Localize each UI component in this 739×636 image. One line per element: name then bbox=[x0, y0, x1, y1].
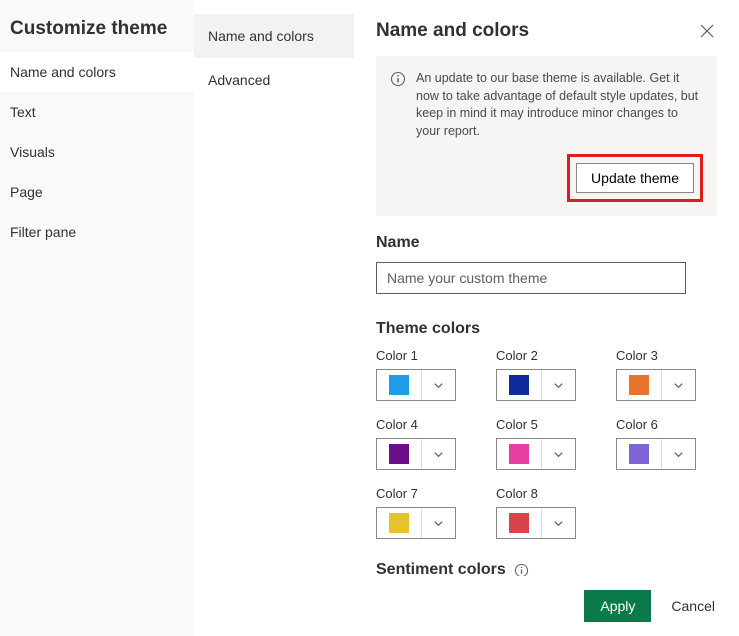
panel-title: Name and colors bbox=[376, 20, 529, 42]
left-nav-item[interactable]: Text bbox=[0, 92, 194, 132]
color-swatch bbox=[629, 444, 649, 464]
theme-name-input[interactable] bbox=[376, 262, 686, 294]
left-nav-item[interactable]: Visuals bbox=[0, 132, 194, 172]
color-swatch bbox=[389, 375, 409, 395]
color-grid: Color 1 Color 2 Color 3 Color 4 Color 5 Color… bbox=[376, 348, 717, 539]
sentiment-colors-text: Sentiment colors bbox=[376, 561, 506, 576]
apply-button[interactable]: Apply bbox=[584, 590, 651, 622]
color-swatch bbox=[509, 513, 529, 533]
color-picker[interactable] bbox=[376, 438, 456, 470]
chevron-down-icon bbox=[661, 439, 695, 469]
color-cell: Color 6 bbox=[616, 417, 696, 470]
panel-body: An update to our base theme is available… bbox=[354, 56, 739, 576]
sub-nav-item[interactable]: Name and colors bbox=[194, 14, 354, 58]
chevron-down-icon bbox=[421, 508, 455, 538]
cancel-button[interactable]: Cancel bbox=[671, 598, 715, 614]
sub-nav-item[interactable]: Advanced bbox=[194, 58, 354, 102]
color-swatch bbox=[389, 513, 409, 533]
theme-colors-label: Theme colors bbox=[376, 320, 717, 338]
color-picker[interactable] bbox=[376, 369, 456, 401]
color-picker[interactable] bbox=[376, 507, 456, 539]
color-picker[interactable] bbox=[616, 438, 696, 470]
color-cell: Color 8 bbox=[496, 486, 576, 539]
color-cell: Color 7 bbox=[376, 486, 456, 539]
color-picker[interactable] bbox=[496, 369, 576, 401]
color-swatch bbox=[509, 444, 529, 464]
left-nav-item[interactable]: Name and colors bbox=[0, 52, 194, 92]
chevron-down-icon bbox=[421, 439, 455, 469]
info-icon[interactable] bbox=[514, 563, 529, 577]
color-cell: Color 2 bbox=[496, 348, 576, 401]
left-nav-title: Customize theme bbox=[0, 18, 194, 52]
color-label: Color 8 bbox=[496, 486, 576, 501]
update-theme-button[interactable]: Update theme bbox=[576, 163, 694, 193]
color-cell: Color 5 bbox=[496, 417, 576, 470]
name-label: Name bbox=[376, 234, 717, 252]
panel-name-and-colors: Name and colors An update to our base th… bbox=[354, 0, 739, 636]
info-text: An update to our base theme is available… bbox=[416, 70, 703, 140]
color-label: Color 4 bbox=[376, 417, 456, 432]
chevron-down-icon bbox=[541, 508, 575, 538]
panel-header: Name and colors bbox=[354, 0, 739, 56]
chevron-down-icon bbox=[541, 370, 575, 400]
color-picker[interactable] bbox=[496, 507, 576, 539]
color-cell: Color 1 bbox=[376, 348, 456, 401]
update-highlight: Update theme bbox=[567, 154, 703, 202]
color-label: Color 2 bbox=[496, 348, 576, 363]
chevron-down-icon bbox=[421, 370, 455, 400]
color-label: Color 5 bbox=[496, 417, 576, 432]
close-icon[interactable] bbox=[699, 23, 715, 39]
color-swatch bbox=[509, 375, 529, 395]
color-label: Color 1 bbox=[376, 348, 456, 363]
color-picker[interactable] bbox=[616, 369, 696, 401]
left-nav-item[interactable]: Filter pane bbox=[0, 212, 194, 252]
color-swatch bbox=[389, 444, 409, 464]
sentiment-colors-label: Sentiment colors bbox=[376, 561, 717, 576]
color-swatch bbox=[629, 375, 649, 395]
color-label: Color 7 bbox=[376, 486, 456, 501]
info-card: An update to our base theme is available… bbox=[376, 56, 717, 216]
left-nav-item[interactable]: Page bbox=[0, 172, 194, 212]
color-picker[interactable] bbox=[496, 438, 576, 470]
color-label: Color 6 bbox=[616, 417, 696, 432]
chevron-down-icon bbox=[541, 439, 575, 469]
color-cell: Color 4 bbox=[376, 417, 456, 470]
panel-footer: Apply Cancel bbox=[354, 576, 739, 636]
chevron-down-icon bbox=[661, 370, 695, 400]
info-icon bbox=[390, 71, 406, 87]
left-nav: Customize theme Name and colorsTextVisua… bbox=[0, 0, 194, 636]
color-label: Color 3 bbox=[616, 348, 696, 363]
sub-nav: Name and colorsAdvanced bbox=[194, 0, 354, 636]
color-cell: Color 3 bbox=[616, 348, 696, 401]
